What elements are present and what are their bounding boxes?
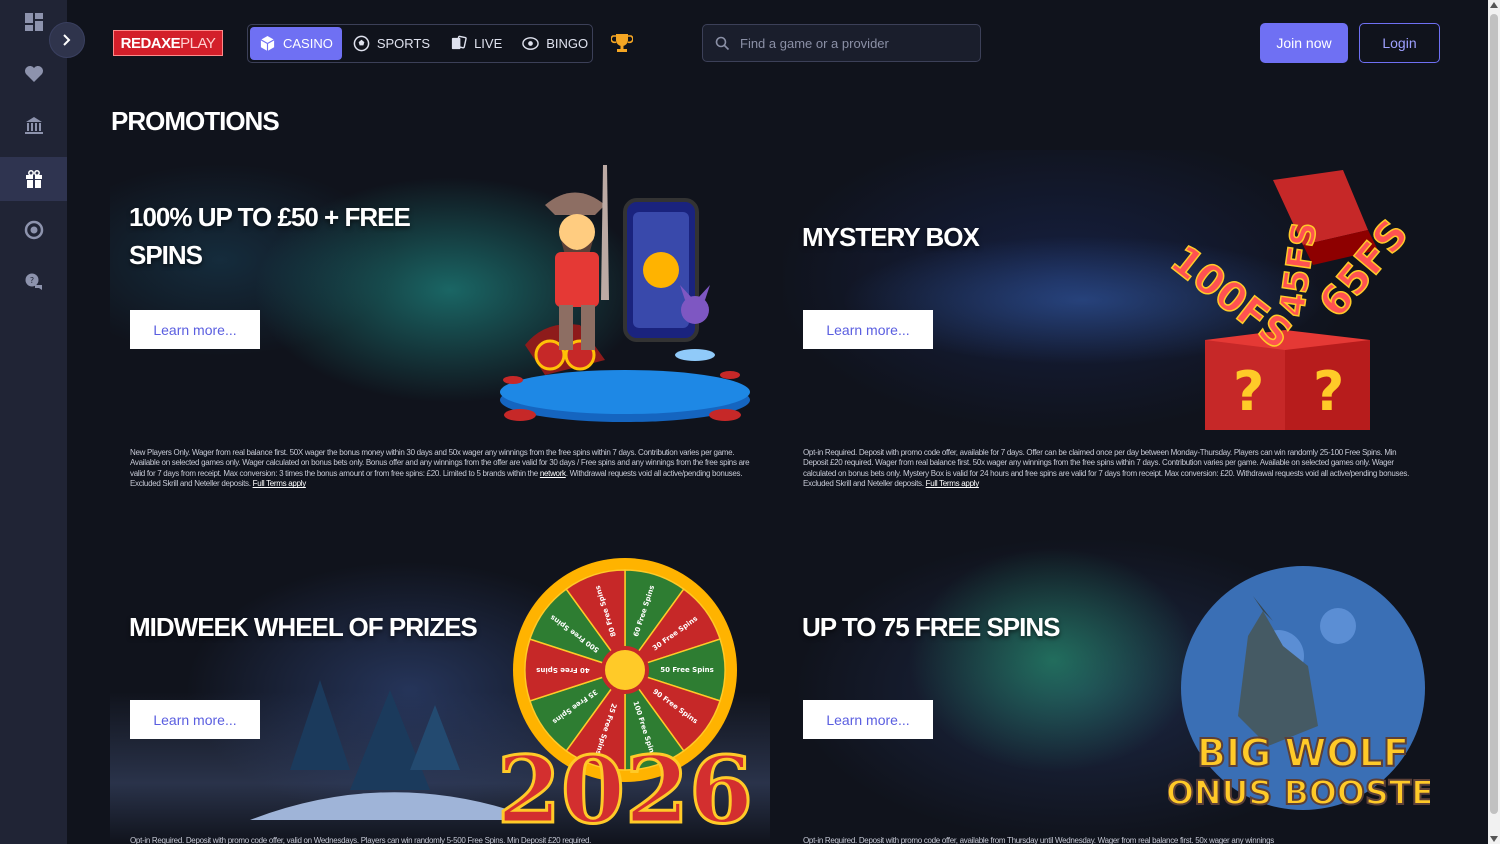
rail-favourites[interactable] xyxy=(0,52,67,96)
dashboard-icon xyxy=(24,13,43,31)
slot-cowboy-illustration xyxy=(500,165,750,422)
wolf-title-line1: BIG WOLF xyxy=(1197,731,1409,775)
promo-terms-text: Opt-in Required. Deposit with promo code… xyxy=(803,836,1274,844)
learn-more-button[interactable]: Learn more... xyxy=(803,310,933,349)
promo-terms: Opt-in Required. Deposit with promo code… xyxy=(130,836,750,844)
promo-title-line1: 100% UP TO £50 + FREE xyxy=(129,202,411,232)
promo-terms: Opt-in Required. Deposit with promo code… xyxy=(803,836,1423,844)
support-chat-icon: ? xyxy=(25,273,42,290)
mystery-box-illustration: ? ? 100FS 45FS 65FS xyxy=(1161,170,1418,430)
game-search[interactable] xyxy=(702,24,981,62)
snowy-trees-illustration xyxy=(250,680,510,820)
search-input[interactable] xyxy=(740,35,960,51)
cube-icon xyxy=(260,35,275,52)
bingo-ball-icon xyxy=(522,37,540,50)
scroll-thumb[interactable] xyxy=(1490,14,1498,814)
join-now-button[interactable]: Join now xyxy=(1260,23,1348,63)
heart-icon xyxy=(24,66,43,82)
wolf-title-line2: BONUS BOOSTER xyxy=(1168,773,1430,812)
logo-text-part1: REDAXE xyxy=(120,34,181,52)
network-link[interactable]: network xyxy=(540,469,566,478)
gift-icon xyxy=(25,170,42,188)
learn-more-button[interactable]: Learn more... xyxy=(803,700,933,739)
prize-wheel-illustration: 60 Free Spins30 Free Spins50 Free Spins9… xyxy=(495,558,755,835)
big-wolf-illustration: BIG WOLF BONUS BOOSTER xyxy=(1168,566,1430,813)
tab-casino[interactable]: CASINO xyxy=(250,27,342,60)
rail-promotions[interactable] xyxy=(0,157,67,201)
tab-bingo[interactable]: BINGO xyxy=(513,27,597,60)
promo-card-welcome: 100% UP TO £50 + FREE SPINS Learn more..… xyxy=(110,150,770,520)
promo-title: 100% UP TO £50 + FREE SPINS xyxy=(129,198,411,274)
tab-live-label: LIVE xyxy=(474,36,503,51)
left-rail: ? xyxy=(0,0,67,844)
redaxeplay-logo[interactable]: REDAXE PLAY xyxy=(113,30,223,56)
product-tabs: CASINO SPORTS LIVE BINGO xyxy=(247,24,593,63)
tab-sports-label: SPORTS xyxy=(376,36,431,51)
trophy-icon[interactable] xyxy=(611,32,633,54)
promo-card-free-spins: UP TO 75 FREE SPINS Learn more... BIG WO… xyxy=(783,540,1443,844)
login-button[interactable]: Login xyxy=(1359,23,1440,63)
promo-title-line2: SPINS xyxy=(129,240,203,270)
live-cards-icon xyxy=(451,35,467,50)
wheel-year: 2026 xyxy=(497,736,753,835)
promo-terms-text: Opt-in Required. Deposit with promo code… xyxy=(803,448,1410,489)
promo-terms: New Players Only. Wager from real balanc… xyxy=(130,448,750,490)
full-terms-link[interactable]: Full Terms apply xyxy=(253,479,307,488)
promo-card-mystery-box: MYSTERY BOX Learn more... ? ? 100FS 45FS… xyxy=(783,150,1443,520)
search-icon xyxy=(715,36,730,50)
full-terms-link[interactable]: Full Terms apply xyxy=(926,479,980,488)
logo-text-part2: PLAY xyxy=(180,34,216,52)
promo-title: UP TO 75 FREE SPINS xyxy=(802,612,1060,642)
scroll-down-arrow-icon[interactable] xyxy=(1490,836,1498,842)
promo-terms: Opt-in Required. Deposit with promo code… xyxy=(803,448,1423,490)
rail-casino[interactable] xyxy=(0,103,67,147)
rail-chips[interactable] xyxy=(0,208,67,252)
tab-live[interactable]: LIVE xyxy=(441,27,511,60)
mystery-box-mark: ? xyxy=(1313,360,1344,423)
chevron-right-icon xyxy=(63,34,71,46)
mystery-box-mark: ? xyxy=(1233,360,1264,423)
scroll-up-arrow-icon[interactable] xyxy=(1490,2,1498,8)
promo-terms-text: Opt-in Required. Deposit with promo code… xyxy=(130,836,592,844)
promo-title: MIDWEEK WHEEL OF PRIZES xyxy=(129,612,478,642)
rail-support[interactable]: ? xyxy=(0,260,67,304)
wheel-segment-label: 50 Free Spins xyxy=(660,666,714,674)
learn-more-button[interactable]: Learn more... xyxy=(130,310,260,349)
promo-card-midweek-wheel: MIDWEEK WHEEL OF PRIZES Learn more... 60… xyxy=(110,540,770,844)
learn-more-button[interactable]: Learn more... xyxy=(130,700,260,739)
tab-casino-label: CASINO xyxy=(283,36,333,51)
expand-sidebar-button[interactable] xyxy=(49,22,85,58)
tab-bingo-label: BINGO xyxy=(546,36,589,51)
page-title: PROMOTIONS xyxy=(111,106,280,136)
casino-building-icon xyxy=(24,117,43,134)
mystery-label-45fs: 45FS xyxy=(1272,220,1325,320)
football-icon xyxy=(353,35,370,52)
promo-title: MYSTERY BOX xyxy=(802,222,980,252)
wheel-segment-label: 40 Free Spins xyxy=(536,666,590,674)
tab-sports[interactable]: SPORTS xyxy=(344,27,439,60)
chip-icon xyxy=(24,220,43,240)
svg-text:?: ? xyxy=(29,276,33,285)
page-scrollbar[interactable] xyxy=(1488,0,1500,844)
